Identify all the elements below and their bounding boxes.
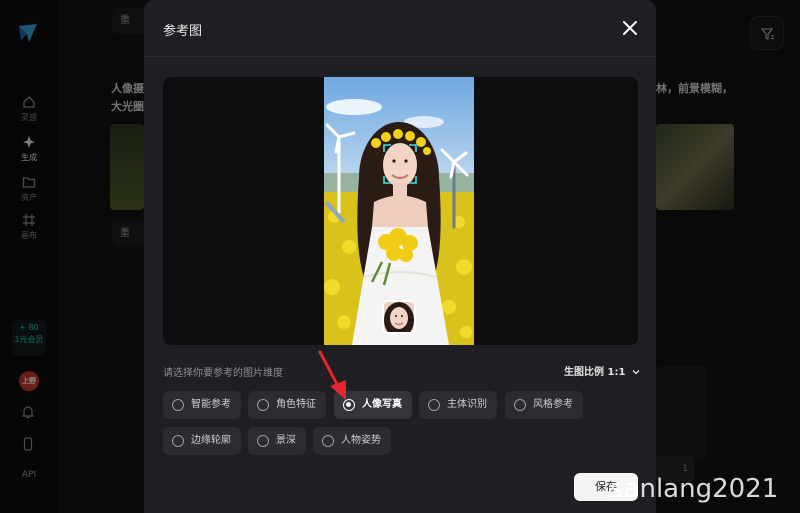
- option-smart-reference[interactable]: 智能参考: [163, 391, 241, 419]
- option-label: 边缘轮廓: [191, 435, 231, 446]
- aspect-ratio-dropdown[interactable]: 生图比例 1:1: [564, 363, 640, 378]
- option-style-reference[interactable]: 风格参考: [505, 391, 583, 419]
- option-edge-outline[interactable]: 边缘轮廓: [163, 427, 241, 455]
- option-label: 人物姿势: [341, 435, 381, 446]
- option-label: 主体识别: [447, 399, 487, 410]
- dialog-title: 参考图: [163, 24, 203, 39]
- option-label: 角色特征: [276, 399, 316, 410]
- close-icon[interactable]: [620, 18, 640, 38]
- option-label: 智能参考: [191, 399, 231, 410]
- chevron-down-icon: [632, 370, 640, 375]
- face-detect-frame: [383, 144, 417, 184]
- radio-icon: [514, 399, 526, 411]
- aspect-ratio-label: 生图比例 1:1: [564, 367, 626, 378]
- radio-icon: [172, 399, 184, 411]
- option-label: 风格参考: [533, 399, 573, 410]
- option-label: 人像写真: [362, 399, 402, 410]
- radio-icon: [257, 399, 269, 411]
- radio-icon: [322, 435, 334, 447]
- face-thumbnail[interactable]: [382, 300, 416, 334]
- dialog-divider: [144, 56, 656, 57]
- radio-icon: [428, 399, 440, 411]
- face-thumbnail-image: [384, 302, 414, 332]
- option-depth-of-field[interactable]: 景深: [248, 427, 306, 455]
- option-character-features[interactable]: 角色特征: [248, 391, 326, 419]
- dimension-prompt: 请选择你要参考的图片维度: [163, 368, 283, 379]
- red-arrow-annotation: [318, 350, 346, 400]
- radio-icon: [257, 435, 269, 447]
- watermark-text: sanlang2021: [610, 474, 779, 504]
- reference-image-dialog: 参考图 请选择你要参考的图片维度 生图比例 1:1 智能参考 角色特征 人像写真…: [144, 0, 656, 513]
- radio-icon: [172, 435, 184, 447]
- option-pose[interactable]: 人物姿势: [313, 427, 391, 455]
- option-subject-recognition[interactable]: 主体识别: [419, 391, 497, 419]
- reference-photo: [324, 77, 474, 345]
- option-label: 景深: [276, 435, 296, 446]
- reference-image-preview: [163, 77, 638, 345]
- app-root: 灵感 生成 资产 画布 + 80 1元会员 上野 API 重 人像摄 大光圈 林…: [0, 0, 800, 513]
